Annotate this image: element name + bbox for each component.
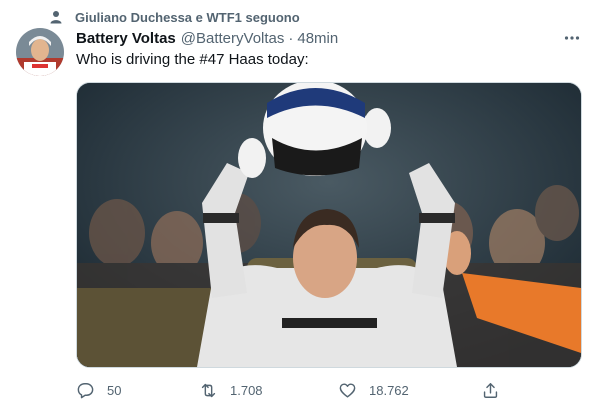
tweet-text: Who is driving the #47 Haas today: bbox=[76, 51, 309, 68]
share-icon bbox=[483, 382, 498, 398]
tweet-header: Battery Voltas @BatteryVoltas · 48min bbox=[76, 28, 338, 48]
avatar[interactable] bbox=[16, 28, 64, 76]
author-handle[interactable]: @BatteryVoltas bbox=[181, 30, 285, 47]
tweet-time[interactable]: 48min bbox=[297, 30, 338, 47]
avatar-image bbox=[16, 28, 64, 76]
photo-driver-holding-helmet bbox=[77, 83, 581, 367]
social-context: Giuliano Duchessa e WTF1 seguono bbox=[49, 8, 300, 26]
reply-count: 50 bbox=[107, 382, 122, 398]
person-icon bbox=[50, 11, 62, 24]
tweet-actions: 50 1.708 18.762 bbox=[76, 376, 506, 404]
reply-icon bbox=[77, 382, 94, 398]
like-count: 18.762 bbox=[369, 382, 409, 398]
retweet-icon bbox=[201, 383, 216, 397]
like-button[interactable]: 18.762 bbox=[338, 376, 409, 404]
heart-icon bbox=[339, 382, 356, 398]
retweet-count: 1.708 bbox=[230, 382, 263, 398]
separator-dot: · bbox=[288, 29, 294, 47]
author-name[interactable]: Battery Voltas bbox=[76, 30, 176, 47]
tweet-image[interactable] bbox=[76, 82, 582, 368]
social-context-text[interactable]: Giuliano Duchessa e WTF1 seguono bbox=[75, 10, 300, 25]
reply-button[interactable]: 50 bbox=[76, 376, 121, 404]
retweet-button[interactable]: 1.708 bbox=[199, 376, 263, 404]
more-options-button[interactable] bbox=[560, 28, 584, 48]
share-button[interactable] bbox=[481, 376, 512, 404]
more-icon bbox=[564, 36, 580, 40]
